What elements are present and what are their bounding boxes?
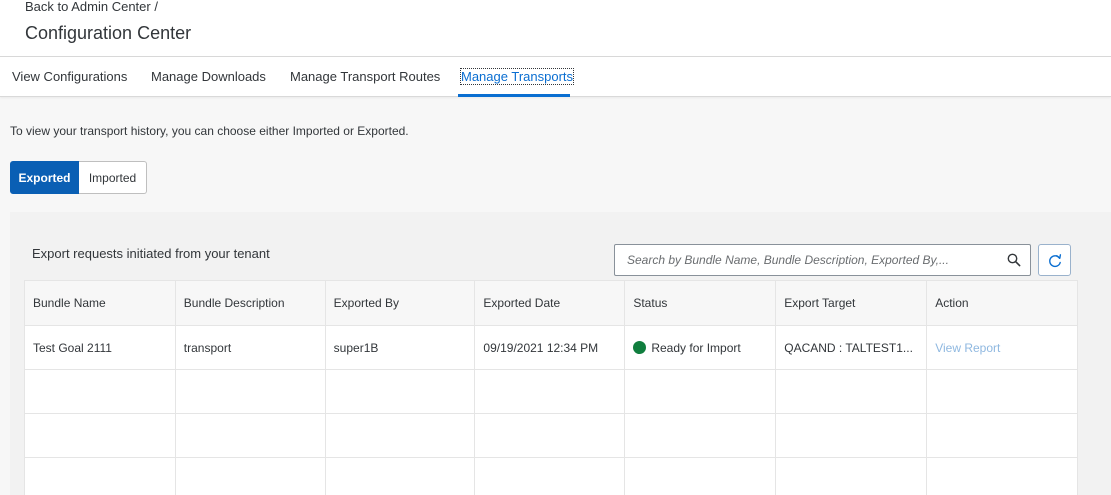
empty-cell [775, 369, 928, 414]
empty-cell [474, 413, 626, 458]
empty-cell [474, 369, 626, 414]
tab-bar: View Configurations Manage Downloads Man… [0, 57, 1111, 97]
column-header-status[interactable]: Status [624, 280, 777, 326]
tab-manage-transport-routes[interactable]: Manage Transport Routes [290, 69, 440, 84]
empty-cell [24, 457, 176, 495]
cell-bundle-description: transport [174, 325, 326, 370]
table-row [24, 457, 1078, 495]
cell-action: View Report [926, 325, 1078, 370]
status-text: Ready for Import [651, 340, 741, 355]
empty-cell [24, 369, 176, 414]
empty-cell [474, 457, 626, 495]
view-report-link[interactable]: View Report [935, 341, 1000, 355]
cell-export-target: QACAND : TALTEST1... [775, 325, 928, 370]
cell-status: Ready for Import [624, 325, 777, 370]
search-field [614, 244, 1031, 276]
empty-cell [174, 369, 326, 414]
empty-cell [624, 457, 777, 495]
empty-cell [324, 457, 476, 495]
cell-exported-by: super1B [324, 325, 476, 370]
empty-cell [24, 413, 176, 458]
table-title: Export requests initiated from your tena… [32, 246, 270, 261]
breadcrumb-separator: / [150, 0, 158, 14]
table-header-row: Bundle Name Bundle Description Exported … [24, 280, 1078, 326]
empty-cell [624, 369, 777, 414]
page-header: Back to Admin Center / Configuration Cen… [0, 0, 1111, 57]
refresh-button[interactable] [1038, 244, 1071, 276]
tab-manage-transports[interactable]: Manage Transports [459, 68, 575, 85]
search-input[interactable] [615, 245, 995, 275]
column-header-export-target[interactable]: Export Target [775, 280, 928, 326]
column-header-action[interactable]: Action [926, 280, 1078, 326]
exported-button[interactable]: Exported [10, 161, 79, 194]
empty-cell [775, 457, 928, 495]
breadcrumb: Back to Admin Center / [25, 0, 158, 14]
back-to-admin-center-link[interactable]: Back to Admin Center [25, 0, 151, 14]
empty-cell [926, 413, 1078, 458]
tab-label: Manage Downloads [151, 69, 266, 84]
imported-button[interactable]: Imported [79, 161, 147, 194]
tab-label: View Configurations [12, 69, 128, 84]
transports-table: Bundle Name Bundle Description Exported … [24, 280, 1078, 495]
tab-label: Manage Transports [459, 68, 575, 85]
cell-bundle-name: Test Goal 2111 [24, 325, 176, 370]
table-row [24, 413, 1078, 458]
intro-text: To view your transport history, you can … [10, 124, 409, 138]
search-icon[interactable] [1007, 253, 1021, 267]
empty-cell [624, 413, 777, 458]
active-tab-indicator [458, 94, 570, 97]
column-header-exported-date[interactable]: Exported Date [474, 280, 626, 326]
refresh-icon [1049, 254, 1062, 268]
tab-manage-downloads[interactable]: Manage Downloads [151, 69, 266, 84]
empty-cell [174, 413, 326, 458]
tab-label: Manage Transport Routes [290, 69, 441, 84]
tab-view-configurations[interactable]: View Configurations [12, 69, 127, 84]
empty-cell [926, 457, 1078, 495]
status-dot-icon [633, 341, 647, 354]
empty-cell [324, 413, 476, 458]
cell-exported-date: 09/19/2021 12:34 PM [474, 325, 626, 370]
table-row[interactable]: Test Goal 2111 transport super1B 09/19/2… [24, 325, 1078, 370]
empty-cell [775, 413, 928, 458]
column-header-bundle-description[interactable]: Bundle Description [174, 280, 326, 326]
export-import-toggle: Exported Imported [10, 161, 147, 194]
empty-cell [926, 369, 1078, 414]
column-header-exported-by[interactable]: Exported By [324, 280, 476, 326]
table-row [24, 369, 1078, 414]
empty-cell [324, 369, 476, 414]
empty-cell [174, 457, 326, 495]
page-title: Configuration Center [25, 23, 192, 43]
column-header-bundle-name[interactable]: Bundle Name [24, 280, 176, 326]
